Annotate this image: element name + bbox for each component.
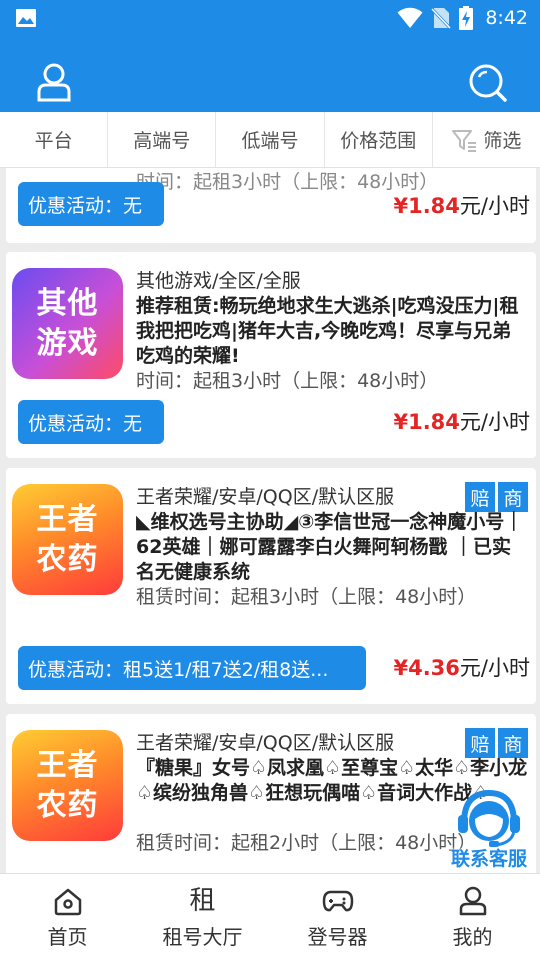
filter-low-end[interactable]: 低端号 bbox=[216, 112, 325, 167]
game-category: 王者荣耀/安卓/QQ区/默认区服 bbox=[136, 486, 395, 508]
price: ¥4.36元/小时 bbox=[393, 652, 530, 682]
listing-card[interactable]: 时间：起租3小时（上限：48小时） 优惠活动：无 ¥1.84元/小时 bbox=[6, 168, 536, 243]
image-notification-icon bbox=[16, 9, 36, 27]
price: ¥1.84元/小时 bbox=[393, 406, 530, 436]
filter-price-range[interactable]: 价格范围 bbox=[325, 112, 433, 167]
merchant-tag: 商 bbox=[498, 482, 528, 512]
filter-icon bbox=[452, 129, 477, 152]
status-bar: 8:42 bbox=[0, 0, 540, 36]
game-cover-image: 王者农药 bbox=[12, 730, 123, 841]
price-unit: 元/小时 bbox=[459, 656, 530, 680]
filter-label: 价格范围 bbox=[340, 130, 417, 152]
tag-group: 赔 商 bbox=[465, 728, 528, 758]
filter-label: 高端号 bbox=[133, 130, 191, 152]
nav-label: 租号大厅 bbox=[162, 924, 243, 949]
game-category: 王者荣耀/安卓/QQ区/默认区服 bbox=[136, 732, 395, 754]
nav-rental-hall[interactable]: 租 租号大厅 bbox=[135, 874, 270, 960]
filter-platform[interactable]: 平台 bbox=[0, 112, 109, 167]
filter-high-end[interactable]: 高端号 bbox=[108, 112, 217, 167]
cover-text: 王者农药 bbox=[36, 747, 99, 823]
nav-label: 登号器 bbox=[307, 924, 368, 949]
nav-label: 首页 bbox=[47, 924, 88, 949]
price: ¥1.84元/小时 bbox=[393, 190, 530, 220]
compensation-tag: 赔 bbox=[465, 728, 495, 758]
filter-screen[interactable]: 筛选 bbox=[433, 112, 540, 167]
bottom-nav: 首页 租 租号大厅 登号器 我的 bbox=[0, 873, 540, 960]
filter-label: 筛选 bbox=[483, 130, 522, 152]
user-icon[interactable] bbox=[36, 62, 72, 102]
filter-bar: 平台 高端号 低端号 价格范围 筛选 bbox=[0, 112, 540, 168]
listing-card[interactable]: 其他游戏 其他游戏/全区/全服 推荐租赁:畅玩绝地求生大逃杀|吃鸡没压力|租我把… bbox=[6, 252, 536, 458]
nav-mine[interactable]: 我的 bbox=[405, 874, 540, 960]
cover-text: 其他游戏 bbox=[36, 285, 99, 361]
filter-label: 平台 bbox=[34, 130, 73, 152]
home-icon bbox=[54, 888, 81, 915]
rent-glyph-icon: 租 bbox=[189, 885, 216, 916]
price-value: ¥1.84 bbox=[393, 194, 460, 218]
wifi-icon bbox=[397, 7, 423, 29]
compensation-tag: 赔 bbox=[465, 482, 495, 512]
price-value: ¥1.84 bbox=[393, 410, 460, 434]
nav-label: 我的 bbox=[452, 924, 493, 949]
listing-title: ◣维权选号主协助◢③李信世冠一念神魔小号｜62英雄｜娜可露露李白火舞阿轲杨戬 ｜… bbox=[136, 511, 524, 583]
game-cover-image: 王者农药 bbox=[12, 484, 123, 595]
promo-badge[interactable]: 优惠活动：无 bbox=[18, 182, 164, 226]
listing-title: 推荐租赁:畅玩绝地求生大逃杀|吃鸡没压力|租我把把吃鸡|猪年大吉,今晚吃鸡！尽享… bbox=[136, 295, 519, 367]
rental-time: 租赁时间：起租3小时（上限：48小时） bbox=[136, 586, 477, 608]
listing-card[interactable]: 王者农药 王者荣耀/安卓/QQ区/默认区服 赔 商 ◣维权选号主协助◢③李信世冠… bbox=[6, 468, 536, 704]
battery-charging-icon bbox=[459, 6, 474, 30]
nav-home[interactable]: 首页 bbox=[0, 874, 135, 960]
promo-badge[interactable]: 优惠活动：租5送1/租7送2/租8送... bbox=[18, 646, 366, 690]
game-cover-image: 其他游戏 bbox=[12, 268, 123, 379]
price-unit: 元/小时 bbox=[459, 194, 530, 218]
cover-text: 王者农药 bbox=[36, 501, 99, 577]
tag-group: 赔 商 bbox=[465, 482, 528, 512]
price-value: ¥4.36 bbox=[393, 656, 460, 680]
merchant-tag: 商 bbox=[498, 728, 528, 758]
customer-service-icon bbox=[458, 789, 520, 847]
nav-login-tool[interactable]: 登号器 bbox=[270, 874, 405, 960]
price-unit: 元/小时 bbox=[459, 410, 530, 434]
gamepad-icon bbox=[322, 890, 353, 911]
search-icon[interactable] bbox=[468, 63, 508, 103]
status-time: 8:42 bbox=[485, 7, 528, 29]
no-sim-icon bbox=[431, 7, 452, 30]
profile-icon bbox=[459, 886, 486, 915]
listing-list[interactable]: 时间：起租3小时（上限：48小时） 优惠活动：无 ¥1.84元/小时 其他游戏 … bbox=[0, 168, 540, 873]
customer-service-label: 联系客服 bbox=[450, 848, 527, 870]
game-category: 其他游戏/全区/全服 bbox=[136, 270, 301, 292]
promo-badge[interactable]: 优惠活动：无 bbox=[18, 400, 164, 444]
filter-label: 低端号 bbox=[241, 130, 299, 152]
rental-time: 时间：起租3小时（上限：48小时） bbox=[136, 370, 439, 392]
customer-service-button[interactable]: 联系客服 bbox=[444, 783, 534, 871]
app-header bbox=[0, 36, 540, 112]
